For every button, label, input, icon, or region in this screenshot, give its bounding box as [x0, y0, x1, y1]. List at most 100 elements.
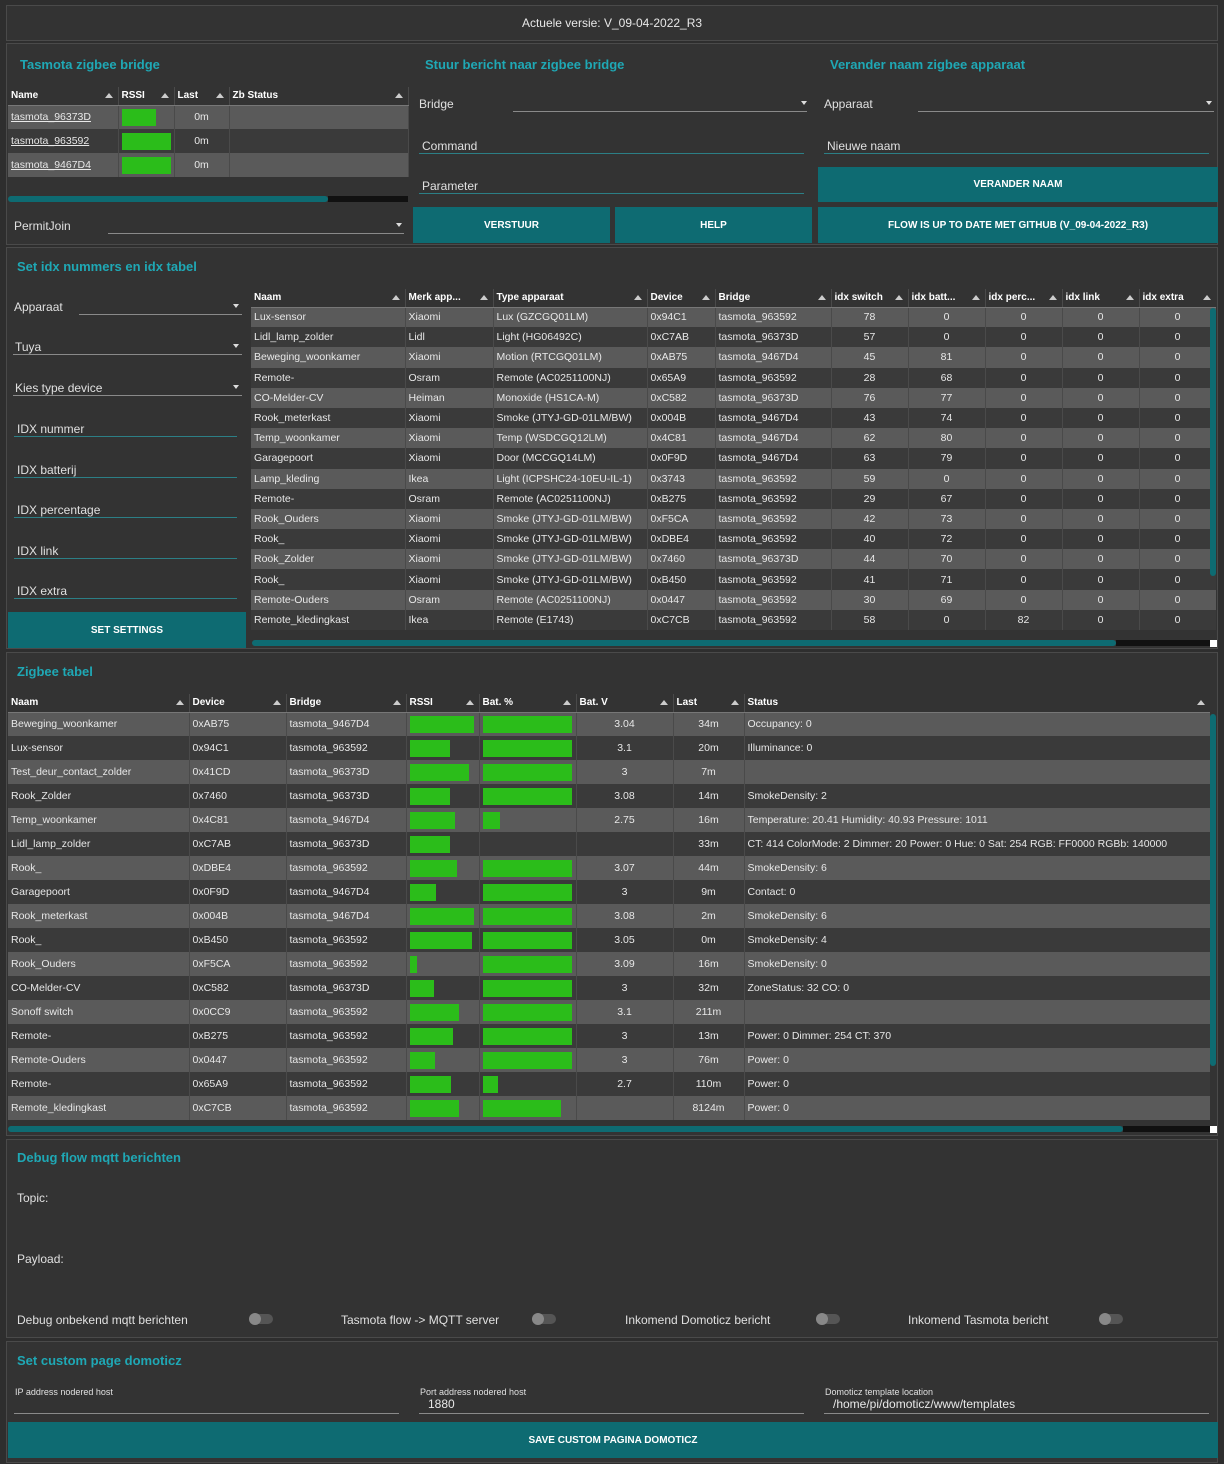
idx-batterij-input[interactable]: [14, 462, 237, 478]
bridge-col-0[interactable]: Name: [8, 87, 119, 106]
idx-table-row[interactable]: Garagepoort Xiaomi Door (MCCGQ14LM) 0x0F9D t…: [251, 448, 1216, 469]
zb-col-7[interactable]: Status: [744, 694, 1210, 713]
sort-arrow-icon[interactable]: [817, 295, 826, 300]
sort-arrow-icon[interactable]: [730, 700, 739, 705]
bridge-name-link[interactable]: tasmota_9467D4: [8, 153, 119, 177]
zigbee-table-row[interactable]: Rook_ 0xB450 tasmota_963592 3.05 0m SmokeDens…: [8, 928, 1210, 952]
idx-link-input[interactable]: [14, 543, 237, 559]
zb-col-0[interactable]: Naam: [8, 694, 190, 713]
idx-table-row[interactable]: Lux-sensor Xiaomi Lux (GZCGQ01LM) 0x94C1 tas…: [251, 307, 1216, 328]
template-input[interactable]: [824, 1400, 1209, 1414]
zigbee-table-row[interactable]: Remote- 0x65A9 tasmota_963592 2.7 110m Power:…: [8, 1072, 1210, 1096]
sort-arrow-icon[interactable]: [391, 295, 400, 300]
zigbee-table-row[interactable]: Temp_woonkamer 0x4C81 tasmota_9467D4 2.75 16…: [8, 808, 1210, 832]
idx-table-row[interactable]: Rook_Ouders Xiaomi Smoke (JTYJ-GD-01LM/BW)…: [251, 508, 1216, 530]
bridge-col-2[interactable]: Last: [174, 87, 230, 106]
sort-arrow-icon[interactable]: [392, 700, 401, 705]
type-select[interactable]: [13, 380, 242, 396]
zigbee-table-row[interactable]: Remote-Ouders 0x0447 tasmota_963592 3 76m Pow…: [8, 1048, 1210, 1072]
zigbee-table-row[interactable]: Lux-sensor 0x94C1 tasmota_963592 3.1 20m Illu…: [8, 736, 1210, 760]
idx-col-8[interactable]: idx link: [1062, 289, 1140, 308]
idx-col-3[interactable]: Device: [647, 289, 716, 308]
idx-table-row[interactable]: Remote-Ouders Osram Remote (AC0251100NJ) 0x…: [251, 589, 1216, 610]
bridge-row[interactable]: tasmota_9467D4 0m: [8, 153, 409, 177]
permitjoin-select[interactable]: [108, 218, 404, 234]
bridge-col-1[interactable]: RSSI: [118, 87, 175, 106]
idx-col-7[interactable]: idx perc...: [985, 289, 1063, 308]
idx-table-row[interactable]: Temp_woonkamer Xiaomi Temp (WSDCGQ12LM) 0x4…: [251, 428, 1216, 449]
bridge-row[interactable]: tasmota_963592 0m: [8, 129, 409, 153]
bridge-row[interactable]: tasmota_96373D 0m: [8, 105, 409, 129]
idx-table-row[interactable]: Rook_meterkast Xiaomi Smoke (JTYJ-GD-01LM/…: [251, 407, 1216, 429]
sort-arrow-icon[interactable]: [160, 93, 169, 98]
sort-arrow-icon[interactable]: [1196, 700, 1205, 705]
idx-table-row[interactable]: Remote- Osram Remote (AC0251100NJ) 0xB275 ta…: [251, 488, 1216, 509]
sort-arrow-icon[interactable]: [104, 93, 113, 98]
sort-arrow-icon[interactable]: [971, 295, 980, 300]
sort-arrow-icon[interactable]: [562, 700, 571, 705]
idx-col-1[interactable]: Merk app...: [405, 289, 494, 308]
toggle-tasmota-mqtt[interactable]: [532, 1313, 556, 1325]
zigbee-table-row[interactable]: Rook_meterkast 0x004B tasmota_9467D4 3.08 2m…: [8, 904, 1210, 928]
zb-col-3[interactable]: RSSI: [406, 694, 480, 713]
toggle-unknown-mqtt[interactable]: [249, 1313, 273, 1325]
zigbee-table-row[interactable]: Rook_Zolder 0x7460 tasmota_96373D 3.08 14m Sm…: [8, 784, 1210, 808]
idx-col-4[interactable]: Bridge: [715, 289, 832, 308]
zb-col-2[interactable]: Bridge: [286, 694, 407, 713]
idx-table-row[interactable]: Remote- Osram Remote (AC0251100NJ) 0x65A9 ta…: [251, 367, 1216, 388]
toggle-incoming-domoticz[interactable]: [816, 1313, 840, 1325]
idx-col-6[interactable]: idx batt...: [908, 289, 986, 308]
zb-col-5[interactable]: Bat. V: [576, 694, 674, 713]
idx-table-row[interactable]: Remote_kledingkast Ikea Remote (E1743) 0xC7…: [251, 609, 1216, 630]
idx-table-row[interactable]: CO-Melder-CV Heiman Monoxide (HS1CA-M) 0xC5…: [251, 387, 1216, 408]
idx-table-row[interactable]: Rook_ Xiaomi Smoke (JTYJ-GD-01LM/BW) 0xDBE4…: [251, 529, 1216, 550]
idx-extra-input[interactable]: [14, 583, 237, 599]
bridge-name-link[interactable]: tasmota_96373D: [8, 105, 119, 129]
idx-col-5[interactable]: idx switch: [831, 289, 909, 308]
zigbee-table-vscroll[interactable]: [1210, 714, 1216, 1066]
idx-table-hscroll[interactable]: [252, 640, 1116, 646]
idx-table-row[interactable]: Lamp_kleding Ikea Light (ICPSHC24-10EU-IL-…: [251, 468, 1216, 489]
zb-col-1[interactable]: Device: [189, 694, 287, 713]
flow-update-button[interactable]: FLOW IS UP TO DATE MET GITHUB (V_09-04-2…: [818, 207, 1218, 243]
sort-arrow-icon[interactable]: [272, 700, 281, 705]
idx-col-0[interactable]: Naam: [251, 289, 406, 308]
zigbee-table-row[interactable]: Rook_ 0xDBE4 tasmota_963592 3.07 44m SmokeDen…: [8, 856, 1210, 880]
sort-arrow-icon[interactable]: [215, 93, 224, 98]
zigbee-table-row[interactable]: Beweging_woonkamer 0xAB75 tasmota_9467D4 3.…: [8, 712, 1210, 736]
tuya-select[interactable]: [13, 339, 242, 355]
idx-percentage-input[interactable]: [14, 502, 237, 518]
sort-arrow-icon[interactable]: [175, 700, 184, 705]
bridge-name-link[interactable]: tasmota_963592: [8, 129, 119, 153]
zigbee-table-hscroll[interactable]: [8, 1126, 1123, 1132]
zigbee-table-row[interactable]: Sonoff switch 0x0CC9 tasmota_963592 3.1 211m: [8, 1000, 1210, 1024]
sort-arrow-icon[interactable]: [1202, 295, 1211, 300]
idx-col-2[interactable]: Type apparaat: [493, 289, 648, 308]
bridge-table-scrollbar[interactable]: [8, 196, 328, 202]
idx-col-9[interactable]: idx extra: [1139, 289, 1216, 308]
rename-button[interactable]: VERANDER NAAM: [818, 167, 1218, 202]
zigbee-table-row[interactable]: Remote- 0xB275 tasmota_963592 3 13m Power: 0 …: [8, 1024, 1210, 1048]
bridge-select[interactable]: [513, 96, 807, 112]
sort-arrow-icon[interactable]: [465, 700, 474, 705]
ip-input[interactable]: [14, 1400, 399, 1414]
zigbee-table-row[interactable]: Remote_kledingkast 0xC7CB tasmota_963592 81…: [8, 1096, 1210, 1120]
send-button[interactable]: VERSTUUR: [413, 207, 610, 243]
bridge-col-3[interactable]: Zb Status: [229, 87, 409, 106]
zigbee-table-row[interactable]: Garagepoort 0x0F9D tasmota_9467D4 3 9m Contac…: [8, 880, 1210, 904]
idx-nummer-input[interactable]: [14, 421, 237, 437]
sort-arrow-icon[interactable]: [659, 700, 668, 705]
sort-arrow-icon[interactable]: [479, 295, 488, 300]
toggle-incoming-tasmota[interactable]: [1099, 1313, 1123, 1325]
idx-apparaat-select[interactable]: [79, 299, 242, 315]
idx-table-row[interactable]: Lidl_lamp_zolder Lidl Light (HG06492C) 0xC7…: [251, 327, 1216, 348]
idx-table-row[interactable]: Rook_Zolder Xiaomi Smoke (JTYJ-GD-01LM/BW)…: [251, 549, 1216, 570]
save-custom-page-button[interactable]: SAVE CUSTOM PAGINA DOMOTICZ: [8, 1422, 1218, 1458]
help-button[interactable]: HELP: [615, 207, 812, 243]
set-settings-button[interactable]: SET SETTINGS: [8, 612, 246, 648]
command-input[interactable]: [419, 138, 804, 154]
port-input[interactable]: [419, 1400, 804, 1414]
sort-arrow-icon[interactable]: [394, 93, 403, 98]
zigbee-table-row[interactable]: Rook_Ouders 0xF5CA tasmota_963592 3.09 16m Sm…: [8, 952, 1210, 976]
idx-table-row[interactable]: Beweging_woonkamer Xiaomi Motion (RTCGQ01L…: [251, 347, 1216, 368]
